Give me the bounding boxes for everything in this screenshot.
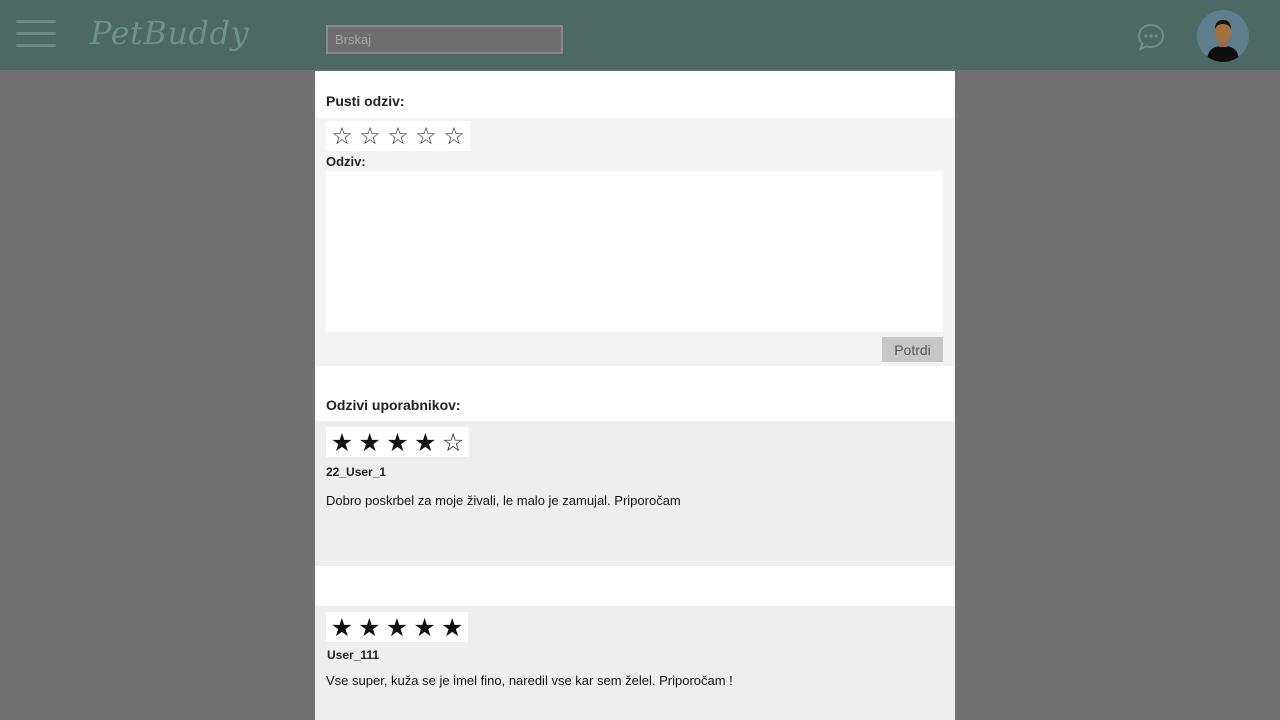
star-icon: ★ — [414, 427, 437, 457]
top-navigation-bar: PetBuddy — [0, 0, 1280, 70]
review-rating: ★ ★ ★ ★ ☆ — [326, 427, 469, 457]
rating-star-4[interactable]: ☆ — [412, 124, 440, 148]
star-icon: ★ — [330, 427, 354, 457]
app-logo[interactable]: PetBuddy — [90, 14, 249, 52]
star-icon: ★ — [440, 612, 464, 642]
rating-star-5[interactable]: ☆ — [440, 124, 468, 148]
submit-button[interactable]: Potrdi — [882, 337, 943, 362]
review-text: Dobro poskrbel za moje živali, le malo j… — [326, 493, 681, 508]
review-field-label: Odziv: — [326, 154, 366, 169]
review-rating: ★ ★ ★ ★ ★ — [326, 612, 468, 642]
star-icon: ★ — [330, 612, 353, 642]
rating-star-3[interactable]: ☆ — [384, 124, 412, 148]
search-input[interactable] — [326, 25, 563, 54]
rating-star-2[interactable]: ☆ — [356, 124, 384, 148]
review-username: 22_User_1 — [326, 465, 387, 479]
star-icon: ★ — [385, 612, 409, 642]
chat-bubble-icon[interactable] — [1136, 22, 1166, 52]
review-panel: Pusti odziv: ☆ ☆ ☆ ☆ ☆ Odziv: Potrdi Odz… — [315, 71, 955, 720]
rating-input[interactable]: ☆ ☆ ☆ ☆ ☆ — [326, 121, 470, 151]
user-reviews-title: Odzivi uporabnikov: — [326, 397, 461, 413]
review-text: Vse super, kuža se je imel fino, naredil… — [326, 673, 733, 688]
review-form: ☆ ☆ ☆ ☆ ☆ Odziv: Potrdi — [315, 118, 955, 366]
star-icon: ☆ — [441, 427, 465, 457]
review-textarea[interactable] — [326, 171, 943, 332]
star-icon: ★ — [386, 427, 409, 457]
rating-star-1[interactable]: ☆ — [328, 124, 356, 148]
review-username: User_111 — [327, 648, 380, 662]
review-card: ★ ★ ★ ★ ☆ 22_User_1 Dobro poskrbel za mo… — [315, 421, 955, 566]
leave-review-title: Pusti odziv: — [326, 93, 405, 109]
star-icon: ★ — [358, 612, 381, 642]
user-avatar[interactable] — [1197, 10, 1249, 62]
hamburger-menu-icon[interactable] — [16, 20, 56, 48]
star-icon: ★ — [358, 427, 381, 457]
review-card: ★ ★ ★ ★ ★ User_111 Vse super, kuža se je… — [315, 606, 955, 720]
star-icon: ★ — [413, 612, 436, 642]
